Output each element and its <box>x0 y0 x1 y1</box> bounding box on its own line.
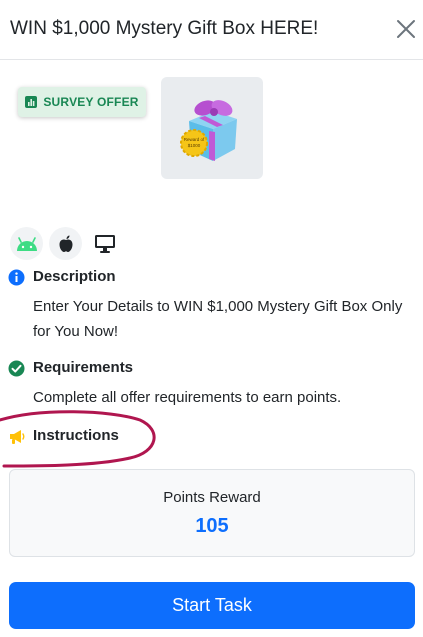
close-icon[interactable] <box>393 16 419 42</box>
check-circle-icon <box>8 360 25 377</box>
seal-text-line-2: $1000 <box>188 143 201 148</box>
android-icon <box>16 236 37 251</box>
platform-list <box>10 227 121 260</box>
points-reward-value: 105 <box>195 515 229 537</box>
bar-chart-icon <box>25 96 38 108</box>
requirements-text: Complete all offer requirements to earn … <box>33 389 342 406</box>
survey-offer-badge: SURVEY OFFER <box>18 87 146 117</box>
description-text: Enter Your Details to WIN $1,000 Mystery… <box>33 298 403 340</box>
apple-icon <box>59 235 72 252</box>
seal-text-line-1: Reward of <box>184 137 205 142</box>
megaphone-icon <box>10 430 25 444</box>
survey-offer-label: SURVEY OFFER <box>43 95 139 109</box>
gift-box-icon: Reward of $1000 <box>180 100 237 161</box>
modal-title: WIN $1,000 Mystery Gift Box HERE! <box>10 18 319 39</box>
instructions-title: Instructions <box>33 427 119 444</box>
modal-header: WIN $1,000 Mystery Gift Box HERE! <box>0 0 423 60</box>
points-reward-label: Points Reward <box>163 489 261 506</box>
requirements-title: Requirements <box>33 359 134 376</box>
points-reward-card: Points Reward 105 <box>9 469 415 557</box>
platform-desktop <box>88 227 121 260</box>
offer-image: Reward of $1000 <box>161 77 263 179</box>
platform-apple <box>49 227 82 260</box>
platform-android <box>10 227 43 260</box>
desktop-icon <box>94 234 115 253</box>
description-title: Description <box>33 268 116 285</box>
start-task-button[interactable]: Start Task <box>9 582 415 629</box>
info-icon <box>8 269 25 286</box>
